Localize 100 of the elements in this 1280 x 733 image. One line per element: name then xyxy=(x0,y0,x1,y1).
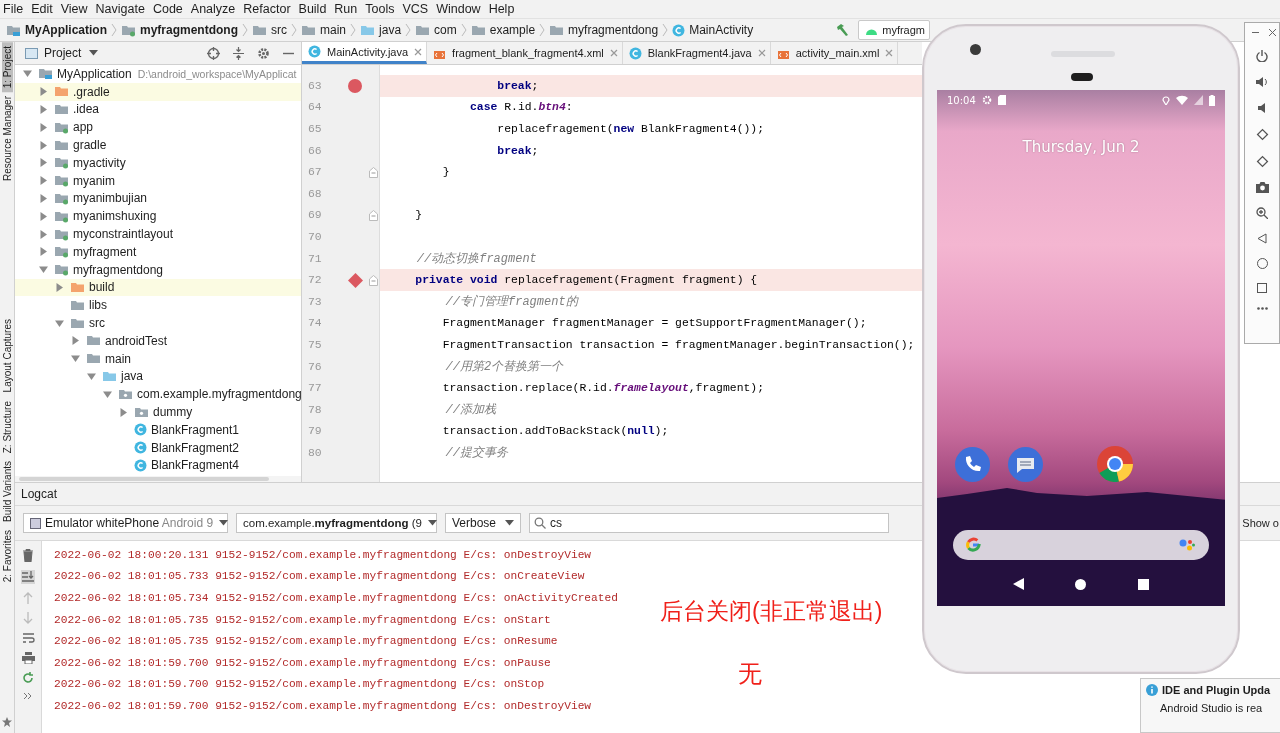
expand-arrow-icon[interactable] xyxy=(119,407,128,417)
device-dropdown[interactable]: Emulator whitePhone Android 9 xyxy=(23,513,228,533)
tree-item[interactable]: myfragment xyxy=(15,242,301,261)
editor-tab[interactable]: fragment_blank_fragment4.xml xyxy=(427,42,623,64)
messages-app-icon[interactable] xyxy=(1008,446,1043,482)
zoom-icon[interactable] xyxy=(1256,207,1268,219)
camera-icon[interactable] xyxy=(1255,182,1269,193)
recents-icon[interactable] xyxy=(1138,578,1150,590)
rotate-right-icon[interactable] xyxy=(1255,155,1269,168)
tree-item[interactable]: build xyxy=(15,278,301,297)
tool-window-tab[interactable]: Build Variants xyxy=(1,456,13,526)
menu-item[interactable]: File xyxy=(0,2,29,16)
close-icon[interactable] xyxy=(1269,29,1276,36)
show-option-dropdown[interactable]: Show o xyxy=(1242,517,1280,529)
tree-item[interactable]: myanimbujian xyxy=(15,189,301,208)
tree-item[interactable]: com.example.myfragmentdong xyxy=(15,385,301,404)
phone-app-icon[interactable] xyxy=(955,446,990,482)
expand-arrow-icon[interactable] xyxy=(39,87,48,97)
volume-down-icon[interactable] xyxy=(1256,102,1268,114)
assistant-icon[interactable] xyxy=(1179,538,1195,552)
breadcrumb-item[interactable]: myfragmentdong xyxy=(549,23,659,37)
project-view-dropdown[interactable]: Project xyxy=(25,46,99,60)
expand-arrow-icon[interactable] xyxy=(39,158,48,168)
down-arrow-icon[interactable] xyxy=(22,612,34,624)
tree-item[interactable]: gradle xyxy=(15,136,301,154)
target-icon[interactable] xyxy=(207,46,220,60)
soft-wrap-icon[interactable] xyxy=(21,632,35,644)
run-config-dropdown[interactable]: myfragm xyxy=(858,20,930,40)
expand-arrow-icon[interactable] xyxy=(39,229,48,239)
menu-item[interactable]: Help xyxy=(485,2,520,16)
close-icon[interactable] xyxy=(609,49,618,57)
expand-arrow-icon[interactable] xyxy=(39,176,48,186)
back-icon[interactable] xyxy=(1012,578,1024,590)
tree-item[interactable]: myconstraintlayout xyxy=(15,225,301,243)
collapse-icon[interactable] xyxy=(232,46,245,60)
menu-item[interactable]: Code xyxy=(149,2,188,16)
collapse-arrow-icon[interactable] xyxy=(23,69,32,79)
fold-icon[interactable] xyxy=(368,274,378,286)
tree-item[interactable]: dummy xyxy=(15,403,301,421)
overview-icon[interactable] xyxy=(1257,283,1267,293)
expand-arrow-icon[interactable] xyxy=(39,193,48,203)
breakpoint-icon[interactable] xyxy=(348,78,362,93)
editor-tab[interactable]: activity_main.xml xyxy=(770,42,899,64)
menu-item[interactable]: Edit xyxy=(28,2,58,16)
home-icon[interactable] xyxy=(1075,578,1087,590)
expand-arrow-icon[interactable] xyxy=(39,140,48,150)
close-icon[interactable] xyxy=(757,49,766,57)
menu-item[interactable]: Analyze xyxy=(187,2,241,16)
menu-item[interactable]: Window xyxy=(433,2,486,16)
settings-icon[interactable] xyxy=(257,46,270,60)
more-icon[interactable] xyxy=(1256,307,1268,310)
editor-tab[interactable]: BlankFragment4.java xyxy=(622,42,771,64)
restart-icon[interactable] xyxy=(22,672,34,684)
search-bar[interactable] xyxy=(953,530,1209,560)
power-icon[interactable] xyxy=(1256,50,1268,62)
tool-window-tab[interactable]: Z: Structure xyxy=(1,396,13,457)
scrollbar-thumb[interactable] xyxy=(19,477,269,481)
tree-item[interactable]: myactivity xyxy=(15,154,301,172)
minimize-icon[interactable] xyxy=(1252,29,1259,36)
menu-item[interactable]: View xyxy=(57,2,93,16)
breadcrumb-item[interactable]: java xyxy=(360,23,402,37)
tree-item[interactable]: myfragmentdong xyxy=(15,260,301,279)
tree-item[interactable]: myanim xyxy=(15,171,301,190)
tree-item[interactable]: myanimshuxing xyxy=(15,207,301,226)
menu-item[interactable]: Refactor xyxy=(240,2,296,16)
collapse-arrow-icon[interactable] xyxy=(39,265,48,275)
close-icon[interactable] xyxy=(885,49,894,57)
expand-arrow-icon[interactable] xyxy=(71,336,80,346)
collapse-arrow-icon[interactable] xyxy=(71,354,80,364)
expand-arrow-icon[interactable] xyxy=(39,211,48,221)
tree-item[interactable]: app xyxy=(15,118,301,137)
print-icon[interactable] xyxy=(21,652,35,664)
tool-window-tab[interactable]: Resource Manager xyxy=(1,92,13,186)
menu-item[interactable]: Build xyxy=(295,2,332,16)
expand-arrow-icon[interactable] xyxy=(39,105,48,114)
tree-item[interactable]: BlankFragment2 xyxy=(15,438,301,457)
close-icon[interactable] xyxy=(414,47,423,56)
breadcrumb-item[interactable]: src xyxy=(252,23,288,37)
collapse-arrow-icon[interactable] xyxy=(103,389,112,399)
breadcrumb-item[interactable]: example xyxy=(470,23,536,37)
menu-item[interactable]: VCS xyxy=(399,2,434,16)
tree-item[interactable]: .idea xyxy=(15,100,301,119)
expand-arrow-icon[interactable] xyxy=(55,282,64,292)
editor-tab[interactable]: MainActivity.java xyxy=(302,42,428,64)
tool-window-tab[interactable]: 1: Project xyxy=(1,42,13,93)
trash-icon[interactable] xyxy=(22,549,34,562)
tree-item[interactable]: BlankFragment1 xyxy=(15,420,301,439)
tree-item[interactable]: libs xyxy=(15,296,301,315)
menu-item[interactable]: Run xyxy=(331,2,363,16)
rotate-left-icon[interactable] xyxy=(1255,128,1269,141)
tree-item[interactable]: .gradle xyxy=(15,82,301,101)
collapse-arrow-icon[interactable] xyxy=(87,371,96,381)
tree-item[interactable]: BlankFragment4 xyxy=(15,456,301,475)
tree-item[interactable]: src xyxy=(15,314,301,332)
tree-item[interactable]: androidTest xyxy=(15,331,301,350)
tree-item[interactable]: main xyxy=(15,349,301,368)
expand-arrow-icon[interactable] xyxy=(39,122,48,132)
tree-item[interactable]: java xyxy=(15,367,301,386)
process-dropdown[interactable]: com.example.myfragmentdong (9 xyxy=(236,513,437,533)
hammer-icon[interactable] xyxy=(834,22,851,38)
